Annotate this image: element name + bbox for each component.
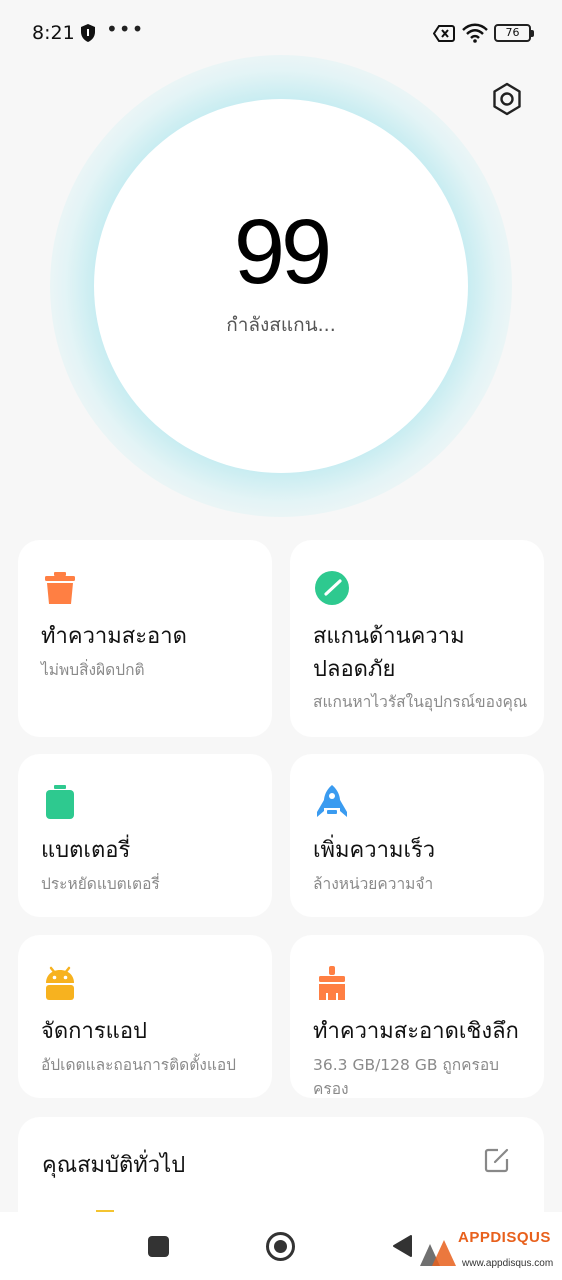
- watermark-url: www.appdisqus.com: [462, 1258, 554, 1269]
- battery-card[interactable]: แบตเตอรี่ ประหยัดแบตเตอรี่: [18, 754, 272, 917]
- app-management-card[interactable]: จัดการแอป อัปเดตและถอนการติดตั้งแอป: [18, 935, 272, 1098]
- card-title: จัดการแอป: [41, 1019, 148, 1044]
- home-button[interactable]: [266, 1232, 295, 1261]
- rocket-icon: [317, 785, 347, 817]
- status-time: 8:21: [32, 22, 75, 44]
- card-title: แบตเตอรี่: [41, 838, 131, 863]
- shield-icon: [81, 24, 95, 42]
- edit-icon[interactable]: [484, 1147, 510, 1173]
- sim-blocked-icon: [433, 25, 455, 42]
- more-notifications-icon: •••: [106, 17, 145, 41]
- health-score: 99: [233, 201, 332, 303]
- card-subtitle: ล้างหน่วยความจำ: [313, 875, 434, 893]
- security-scan-card[interactable]: สแกนด้านความปลอดภัย สแกนหาไวรัสในอุปกรณ์…: [290, 540, 544, 737]
- settings-gear-icon[interactable]: [490, 82, 524, 116]
- card-title: เพิ่มความเร็ว: [313, 838, 436, 863]
- brush-icon: [319, 966, 345, 1000]
- scan-status: กำลังสแกน...: [226, 314, 336, 336]
- card-subtitle: สแกนหาไวรัสในอุปกรณ์ของคุณ: [313, 693, 528, 711]
- wifi-icon: [462, 23, 488, 43]
- security-scan-icon: [315, 571, 349, 605]
- battery-indicator: 76: [494, 24, 534, 42]
- clean-card[interactable]: ทำความสะอาด ไม่พบสิ่งผิดปกติ: [18, 540, 272, 737]
- recents-button[interactable]: [148, 1236, 169, 1257]
- speed-up-card[interactable]: เพิ่มความเร็ว ล้างหน่วยความจำ: [290, 754, 544, 917]
- watermark-brand: APPDISQUS: [458, 1229, 551, 1246]
- card-subtitle: 36.3 GB/128 GB ถูกครอบครอง: [313, 1056, 499, 1098]
- section-title: คุณสมบัติทั่วไป: [42, 1153, 186, 1178]
- card-title: ทำความสะอาด: [41, 624, 187, 649]
- card-subtitle: อัปเดตและถอนการติดตั้งแอป: [41, 1056, 236, 1074]
- battery-icon: [46, 785, 74, 819]
- card-title: สแกนด้านความปลอดภัย: [313, 624, 465, 682]
- android-icon: [46, 966, 74, 1000]
- trash-bin-icon: [45, 572, 75, 604]
- battery-level: 76: [505, 26, 520, 39]
- back-triangle-icon[interactable]: [391, 1234, 413, 1258]
- card-subtitle: ประหยัดแบตเตอรี่: [41, 875, 160, 893]
- card-title: ทำความสะอาดเชิงลึก: [313, 1019, 519, 1044]
- card-subtitle: ไม่พบสิ่งผิดปกติ: [41, 661, 145, 679]
- deep-clean-card[interactable]: ทำความสะอาดเชิงลึก 36.3 GB/128 GB ถูกครอ…: [290, 935, 544, 1098]
